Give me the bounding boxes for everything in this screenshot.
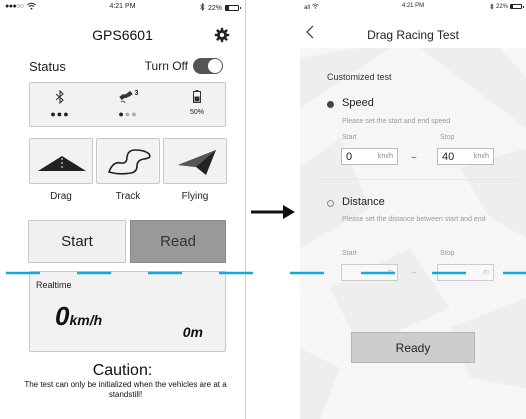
satellite-dot-off: ●●	[124, 109, 138, 119]
speed-unit: km/h	[69, 312, 103, 328]
read-button[interactable]: Read	[130, 220, 226, 263]
realtime-panel: Realtime 0km/h 0m	[29, 271, 226, 352]
device-info-panel: ●●● 3 ●●● 50%	[29, 82, 226, 127]
speed-start-value: 0	[346, 151, 353, 163]
bluetooth-signal-dots: ●●●	[50, 109, 70, 119]
battery-icon	[510, 4, 524, 9]
speed-hint: Please set the start and end speed	[342, 118, 451, 125]
race-track-icon	[107, 149, 151, 175]
distance-hint: Please set the distance between start an…	[342, 216, 486, 223]
mode-drag-button[interactable]	[29, 138, 93, 184]
speed-range-separator: ~	[411, 153, 417, 164]
speed-start-unit: km/h	[377, 153, 393, 160]
status-bar: ●●●○○ 4:21 PM 22%	[0, 0, 245, 14]
status-bar: all 4:21 PM 22%	[300, 0, 526, 14]
section-subtitle: Customized test	[327, 72, 392, 82]
bluetooth-icon	[200, 2, 205, 13]
distance-stop-unit: m	[483, 269, 489, 276]
device-battery-percent: 50%	[189, 109, 204, 116]
realtime-label: Realtime	[36, 280, 72, 290]
battery-icon	[167, 90, 227, 104]
gear-icon[interactable]	[214, 27, 230, 43]
satellite-status: 3 ●●●	[98, 83, 158, 128]
device-title: GPS6601	[92, 27, 153, 43]
section-divider	[320, 179, 516, 180]
paper-plane-icon	[178, 150, 216, 175]
status-row: Status Turn Off	[29, 58, 225, 76]
speed-radio[interactable]	[327, 101, 334, 108]
mode-track-button[interactable]	[96, 138, 160, 184]
speed-start-label: Start	[342, 134, 357, 141]
distance-start-input[interactable]: m	[341, 264, 398, 281]
drag-strip-icon	[38, 156, 86, 171]
distance-readout: 0m	[182, 324, 203, 340]
start-button[interactable]: Start	[28, 220, 126, 263]
speed-stop-input[interactable]: 40 km/h	[437, 148, 494, 165]
speed-stop-label: Stop	[440, 134, 455, 141]
bluetooth-status: ●●●	[30, 83, 90, 128]
speed-stop-value: 40	[442, 151, 455, 163]
satellite-count: 3	[134, 90, 139, 97]
mode-drag-label: Drag	[50, 191, 72, 202]
distance-start-label: Start	[342, 250, 357, 257]
turn-off-label: Turn Off	[144, 59, 188, 73]
toggle-knob	[208, 59, 222, 73]
distance-radio[interactable]	[327, 200, 334, 207]
ready-button[interactable]: Ready	[351, 332, 475, 363]
mode-track-label: Track	[115, 191, 141, 202]
test-form: Customized test Speed Please set the sta…	[300, 48, 526, 419]
distance-option-label: Distance	[342, 196, 385, 208]
caution-text: The test can only be initialized when th…	[24, 380, 227, 399]
speed-option-label: Speed	[342, 97, 374, 109]
battery-percent: 22%	[207, 4, 222, 12]
bluetooth-icon	[30, 90, 90, 104]
satellite-icon: 3	[98, 90, 158, 104]
mode-flying-label: Flying	[181, 191, 209, 202]
device-battery-status: 50%	[167, 83, 227, 128]
battery-icon	[225, 5, 241, 11]
page-title: Drag Racing Test	[367, 28, 459, 42]
right-arrow-icon	[251, 203, 295, 221]
speed-value: 0	[55, 301, 70, 331]
mode-flying-button[interactable]	[163, 138, 227, 184]
drag-racing-screen: all 4:21 PM 22% Drag Racing Test Customi…	[300, 0, 526, 419]
battery-percent: 22%	[495, 3, 508, 10]
distance-stop-label: Stop	[440, 250, 455, 257]
distance-start-unit: m	[387, 269, 393, 276]
power-toggle[interactable]	[193, 58, 223, 74]
distance-stop-input[interactable]: m	[437, 264, 494, 281]
main-screen: ●●●○○ 4:21 PM 22% GPS6601 Status Turn Of…	[0, 0, 246, 419]
distance-range-separator: ~	[411, 268, 417, 279]
caution-title: Caution:	[92, 362, 153, 379]
nav-bar: all 4:21 PM 22% Drag Racing Test	[300, 0, 526, 48]
status-label: Status	[29, 59, 66, 74]
speed-start-input[interactable]: 0 km/h	[341, 148, 398, 165]
satellite-signal-dots: ●●●	[98, 109, 158, 119]
speed-readout: 0km/h	[55, 301, 102, 332]
bluetooth-icon	[490, 3, 494, 10]
speed-stop-unit: km/h	[473, 153, 489, 160]
